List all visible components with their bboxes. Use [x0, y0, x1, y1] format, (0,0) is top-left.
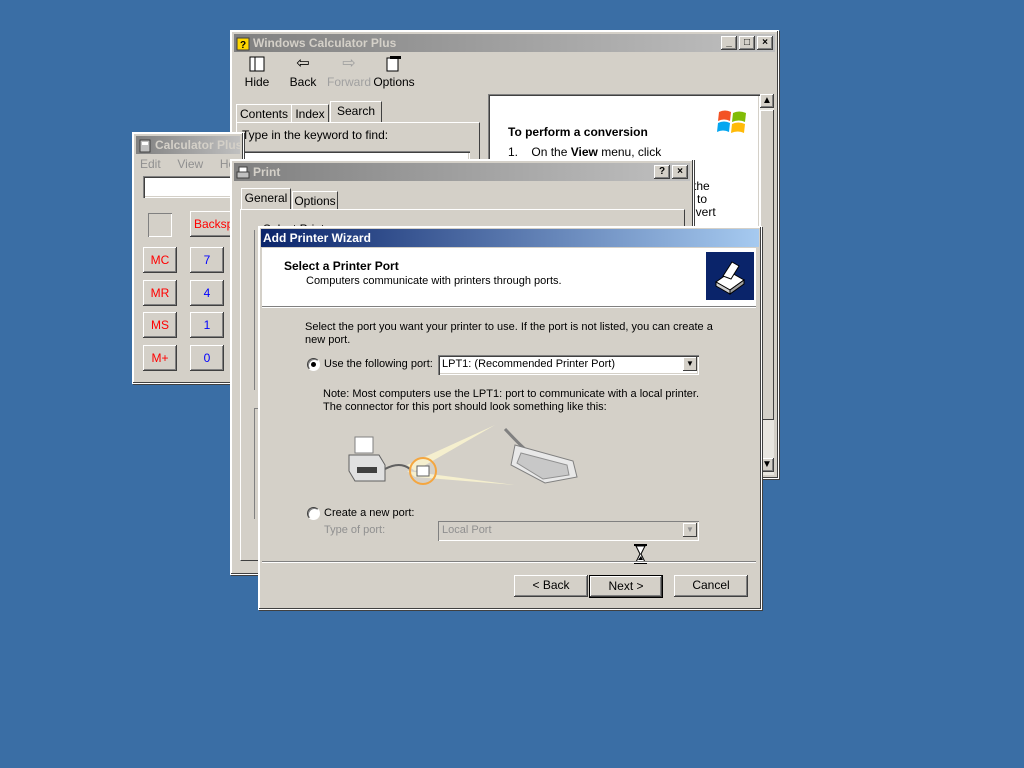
calc-menu-bar: Edit View Help: [140, 157, 245, 171]
cancel-button[interactable]: Cancel: [674, 575, 748, 597]
port-note: Note: Most computers use the LPT1: port …: [323, 388, 700, 413]
print-titlebar[interactable]: Print ? ×: [234, 163, 690, 181]
close-button[interactable]: ×: [757, 36, 773, 50]
menu-view[interactable]: View: [177, 157, 203, 171]
printer-wizard-icon: [706, 252, 754, 300]
minimize-button[interactable]: _: [721, 36, 737, 50]
port-select[interactable]: LPT1: (Recommended Printer Port) ▼: [438, 355, 699, 375]
forward-arrow-icon: ⇨: [342, 55, 356, 72]
db25-connector-icon: [510, 444, 578, 484]
search-prompt: Type in the keyword to find:: [242, 128, 389, 142]
next-button[interactable]: Next >: [589, 575, 663, 598]
tab-general[interactable]: General: [241, 188, 291, 210]
tab-contents[interactable]: Contents: [236, 104, 292, 123]
add-printer-wizard: Add Printer Wizard Select a Printer Port…: [258, 226, 762, 610]
wizard-header-subtitle: Computers communicate with printers thro…: [306, 275, 562, 287]
calculator-titlebar[interactable]: Calculator Plus: [136, 136, 240, 154]
forward-button[interactable]: ⇨ Forward: [326, 55, 372, 91]
digit-0-button[interactable]: 0: [190, 345, 224, 371]
mplus-button[interactable]: M+: [143, 345, 177, 371]
mr-button[interactable]: MR: [143, 280, 177, 306]
calc-display: [143, 176, 243, 198]
printer-small-icon: [236, 166, 250, 180]
help-window-titlebar[interactable]: ? Windows Calculator Plus _ □ ×: [234, 34, 775, 52]
print-title: Print: [253, 165, 281, 179]
windows-logo-icon: [717, 108, 749, 139]
help-book-icon: ?: [236, 37, 250, 51]
create-port-label: Create a new port:: [324, 507, 415, 519]
options-icon: [372, 55, 416, 75]
help-window-title: Windows Calculator Plus: [253, 36, 397, 50]
mc-button[interactable]: MC: [143, 247, 177, 273]
maximize-button[interactable]: □: [739, 36, 755, 50]
help-fragment-2: to: [697, 192, 708, 206]
options-button[interactable]: Options: [372, 55, 416, 91]
back-arrow-icon: ⇦: [296, 55, 310, 72]
use-port-label: Use the following port:: [324, 358, 433, 370]
wizard-separator: [262, 561, 756, 563]
tab-index[interactable]: Index: [291, 104, 329, 123]
wizard-titlebar[interactable]: Add Printer Wizard: [261, 229, 759, 247]
help-heading: To perform a conversion: [508, 125, 648, 139]
back-wizard-button[interactable]: < Back: [514, 575, 588, 597]
tab-search[interactable]: Search: [330, 101, 382, 123]
type-of-port-label: Type of port:: [324, 524, 386, 536]
wizard-header-title: Select a Printer Port: [284, 259, 399, 273]
calculator-title: Calculator Plus: [155, 138, 240, 152]
scroll-thumb[interactable]: [760, 110, 774, 420]
wizard-title: Add Printer Wizard: [263, 231, 371, 245]
help-fragment-1: the: [693, 179, 710, 193]
dropdown-arrow-icon[interactable]: ▼: [683, 357, 697, 371]
back-button[interactable]: ⇦ Back: [284, 55, 322, 91]
printer-illustration-icon: [348, 436, 386, 482]
scroll-up-button[interactable]: ▲: [760, 94, 774, 108]
type-dropdown-arrow-icon[interactable]: ▼: [683, 523, 697, 537]
help-scrollbar[interactable]: ▲ ▼: [760, 94, 774, 475]
hide-button[interactable]: Hide: [240, 55, 274, 91]
calculator-window: Calculator Plus Edit View Help Backsp MC…: [132, 132, 246, 384]
calculator-icon: [138, 139, 152, 153]
help-button[interactable]: ?: [654, 165, 670, 179]
hourglass-cursor-icon: [633, 543, 649, 568]
wizard-instructions: Select the port you want your printer to…: [305, 321, 713, 346]
lpt-connector-illustration: [345, 425, 585, 495]
ms-button[interactable]: MS: [143, 312, 177, 338]
use-port-radio[interactable]: [307, 358, 320, 371]
digit-1-button[interactable]: 1: [190, 312, 224, 338]
calc-memory-indicator: [148, 213, 172, 237]
wizard-header: Select a Printer Port Computers communic…: [262, 248, 756, 307]
svg-text:?: ?: [240, 40, 246, 51]
menu-edit[interactable]: Edit: [140, 157, 161, 171]
help-toolbar: Hide ⇦ Back ⇨ Forward Options: [234, 53, 774, 93]
type-of-port-select[interactable]: Local Port ▼: [438, 521, 699, 541]
digit-7-button[interactable]: 7: [190, 247, 224, 273]
digit-4-button[interactable]: 4: [190, 280, 224, 306]
port-select-value: LPT1: (Recommended Printer Port): [442, 358, 616, 370]
hide-icon: [240, 55, 274, 75]
type-of-port-value: Local Port: [442, 524, 492, 536]
tab-options[interactable]: Options: [292, 191, 338, 210]
help-step-1: 1. On the View menu, click: [508, 145, 662, 159]
create-port-radio[interactable]: [307, 507, 320, 520]
print-close-button[interactable]: ×: [672, 165, 688, 179]
scroll-down-button[interactable]: ▼: [760, 458, 774, 472]
